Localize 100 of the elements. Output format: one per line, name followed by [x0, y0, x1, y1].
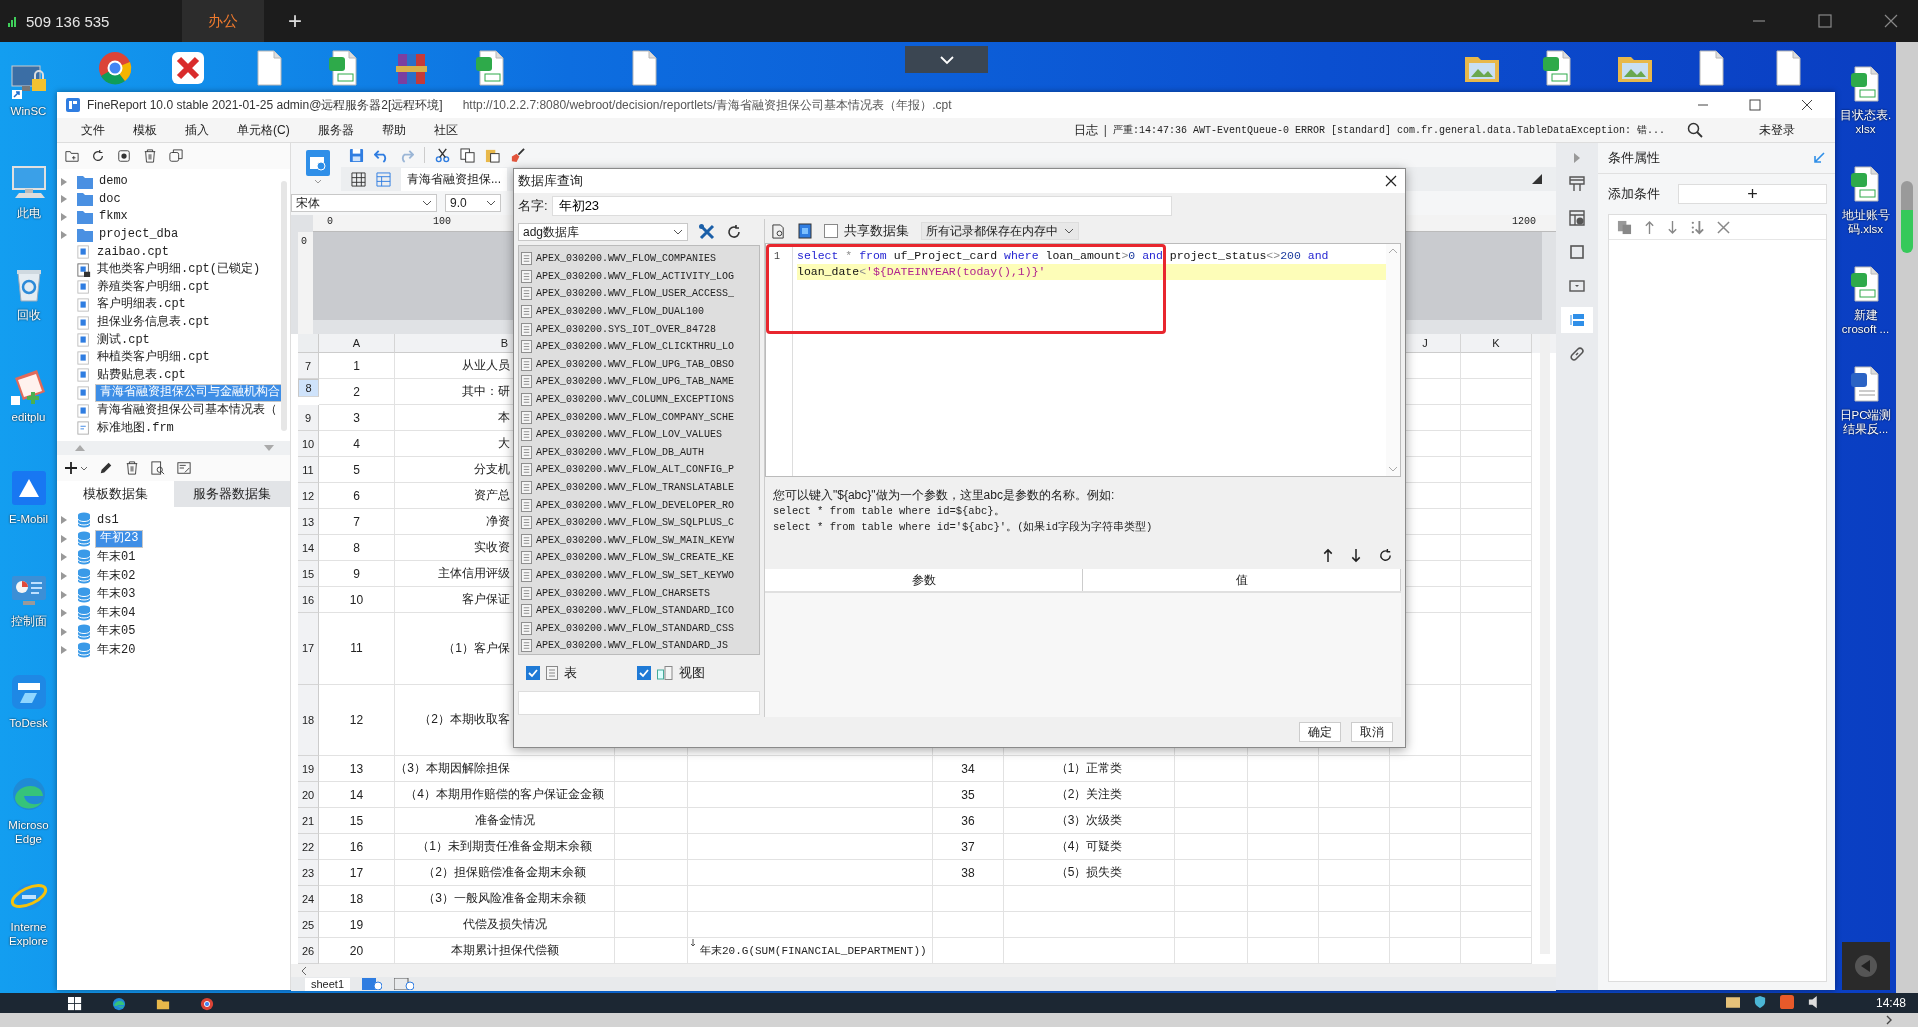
dialog-button[interactable]: 确定 [1299, 722, 1341, 742]
horizontal-scrollbar[interactable] [0, 1013, 1918, 1027]
copy-icon[interactable] [169, 149, 183, 163]
row-header[interactable]: 15 [298, 561, 319, 587]
new-folder-icon[interactable] [65, 149, 79, 163]
tree-item[interactable]: 其他类客户明细.cpt(已锁定) [95, 261, 263, 279]
row-header[interactable]: 9 [298, 405, 319, 431]
row-header[interactable]: 20 [298, 782, 319, 808]
add-icon[interactable] [65, 461, 87, 475]
save-icon[interactable] [349, 147, 364, 163]
refresh-icon[interactable] [1378, 547, 1393, 563]
maximize-icon[interactable] [1818, 14, 1832, 28]
table-list-item[interactable]: APEX_030200.WWV_FLOW_COMPANIES [536, 253, 717, 265]
table-list-item[interactable]: APEX_030200.WWV_FLOW_STANDARD_JS [536, 640, 729, 652]
copy-icon[interactable] [1617, 219, 1632, 235]
table-list-item[interactable]: APEX_030200.WWV_FLOW_ALT_CONFIG_P [536, 464, 735, 476]
scrollbar[interactable] [281, 181, 287, 431]
tree-item[interactable]: project_dba [97, 226, 181, 244]
preview-icon[interactable] [151, 461, 165, 475]
row-header[interactable]: 22 [298, 834, 319, 860]
row-header[interactable]: 13 [298, 509, 319, 535]
vertical-scrollbar[interactable] [1540, 334, 1550, 954]
row-header[interactable]: 18 [298, 684, 319, 756]
tree-item[interactable]: 标准地图.frm [95, 419, 176, 437]
checkbox[interactable] [824, 224, 838, 238]
filter-field[interactable] [518, 691, 760, 715]
scroll-right-icon[interactable] [1886, 1015, 1892, 1025]
refresh-icon[interactable] [91, 149, 105, 163]
cut-icon[interactable] [435, 147, 450, 163]
dock-arrow-icon[interactable] [1813, 152, 1825, 164]
sheet-tab[interactable]: sheet1 [305, 977, 351, 991]
tree-item[interactable]: 测试.cpt [95, 331, 152, 349]
column-header[interactable]: A [319, 334, 395, 353]
tree-item[interactable]: 养殖类客户明细.cpt [95, 278, 212, 296]
table-list-item[interactable]: APEX_030200.WWV_FLOW_TRANSLATABLE [536, 482, 735, 493]
checkbox[interactable] [637, 666, 651, 680]
row-header[interactable]: 11 [298, 457, 319, 483]
tree-item[interactable]: 客户明细表.cpt [95, 296, 188, 314]
add-tab-button[interactable]: + [288, 7, 302, 35]
panel-tab[interactable]: 模板数据集 [57, 481, 174, 507]
menu-item[interactable]: 模板 [119, 121, 171, 139]
database-icon[interactable] [798, 223, 812, 239]
row-header[interactable]: 16 [298, 587, 319, 613]
delete-icon[interactable] [1717, 220, 1730, 234]
file-tab[interactable]: 青海省融资担保... [401, 167, 507, 191]
menu-item[interactable]: 服务器 [303, 121, 368, 139]
sql-editor[interactable]: 1 select * from uf_Project_card where loan_amount>0 and project_status<>200 and loan_date<'${DATEINYEAR(today(),1)}' [765, 243, 1401, 477]
expand-arrow-icon[interactable] [61, 553, 67, 562]
table-list-item[interactable]: APEX_030200.WWV_FLOW_SW_SET_KEYWO [536, 570, 735, 581]
row-header[interactable]: 23 [298, 860, 319, 886]
table-list-item[interactable]: APEX_030200.WWV_FLOW_SW_SQLPLUS_C [536, 517, 735, 529]
row-header[interactable]: 8 [298, 379, 319, 397]
dataset-item[interactable]: 年末20 [95, 641, 138, 659]
row-header[interactable]: 24 [298, 886, 319, 912]
row-header[interactable]: 7 [298, 353, 319, 379]
table-list-item[interactable]: APEX_030200.WWV_FLOW_DB_AUTH [536, 446, 705, 458]
tray-icon[interactable] [1779, 995, 1794, 1009]
vertical-scrollbar[interactable] [1896, 42, 1918, 993]
browser-icon[interactable] [200, 997, 214, 1011]
move-bottom-icon[interactable] [1690, 219, 1705, 235]
name-field[interactable]: 年初23 [551, 196, 1172, 216]
close-icon[interactable] [1801, 99, 1813, 111]
login-link[interactable]: 未登录 [1759, 121, 1795, 139]
dataset-item[interactable]: 年末04 [95, 604, 138, 622]
menu-item[interactable]: 社区 [419, 121, 472, 139]
format-brush-icon[interactable] [510, 147, 525, 163]
dataset-item[interactable]: 年末02 [95, 567, 138, 585]
table-list-item[interactable]: APEX_030200.WWV_FLOW_CHARSETS [536, 587, 711, 599]
row-header[interactable]: 12 [298, 483, 319, 509]
dataset-item[interactable]: 年末01 [95, 549, 138, 566]
menu-item[interactable]: 文件 [67, 121, 119, 139]
scroll-up-icon[interactable] [1388, 248, 1398, 254]
table-list-item[interactable]: APEX_030200.WWV_FLOW_STANDARD_CSS [536, 622, 735, 634]
row-header[interactable]: 21 [298, 808, 319, 834]
copy-icon[interactable] [460, 147, 475, 163]
table-list-item[interactable]: APEX_030200.WWV_FLOW_SW_MAIN_KEYW [536, 534, 735, 546]
tree-item[interactable]: 青海省融资担保公司基本情况表（ [95, 402, 279, 419]
toolbar-toggle[interactable] [905, 46, 988, 73]
browser-icon[interactable] [112, 997, 126, 1011]
menu-item[interactable]: 插入 [171, 121, 223, 139]
windows-start-icon[interactable] [68, 997, 82, 1011]
add-sheet-icon[interactable] [362, 978, 383, 990]
pencil-icon[interactable] [99, 461, 113, 475]
table-list-item[interactable]: APEX_030200.WWV_FLOW_COMPANY_SCHE [536, 411, 735, 423]
table-list-item[interactable]: APEX_030200.WWV_FLOW_USER_ACCESS_ [536, 288, 735, 300]
expand-arrow-icon[interactable] [61, 646, 67, 655]
refresh-icon[interactable] [726, 224, 742, 240]
font-select[interactable]: 宋体 [291, 194, 437, 212]
table-list-item[interactable]: APEX_030200.WWV_FLOW_ACTIVITY_LOG [536, 270, 735, 282]
add-form-icon[interactable] [394, 978, 415, 990]
scroll-left-icon[interactable] [301, 965, 307, 976]
tree-item[interactable]: zaibao.cpt [95, 243, 171, 261]
tab-menu-icon[interactable] [1532, 174, 1542, 184]
row-header[interactable]: 25 [298, 912, 319, 938]
edit-parameter-icon[interactable] [177, 461, 191, 475]
table-list-item[interactable]: APEX_030200.WWV_FLOW_UPG_TAB_OBSO [536, 358, 735, 370]
database-select[interactable]: adg数据库 [518, 223, 688, 241]
table-list-item[interactable]: APEX_030200.WWV_FLOW_SW_CREATE_KE [536, 552, 735, 564]
folder-icon[interactable] [156, 997, 170, 1011]
maximize-icon[interactable] [1749, 99, 1761, 111]
